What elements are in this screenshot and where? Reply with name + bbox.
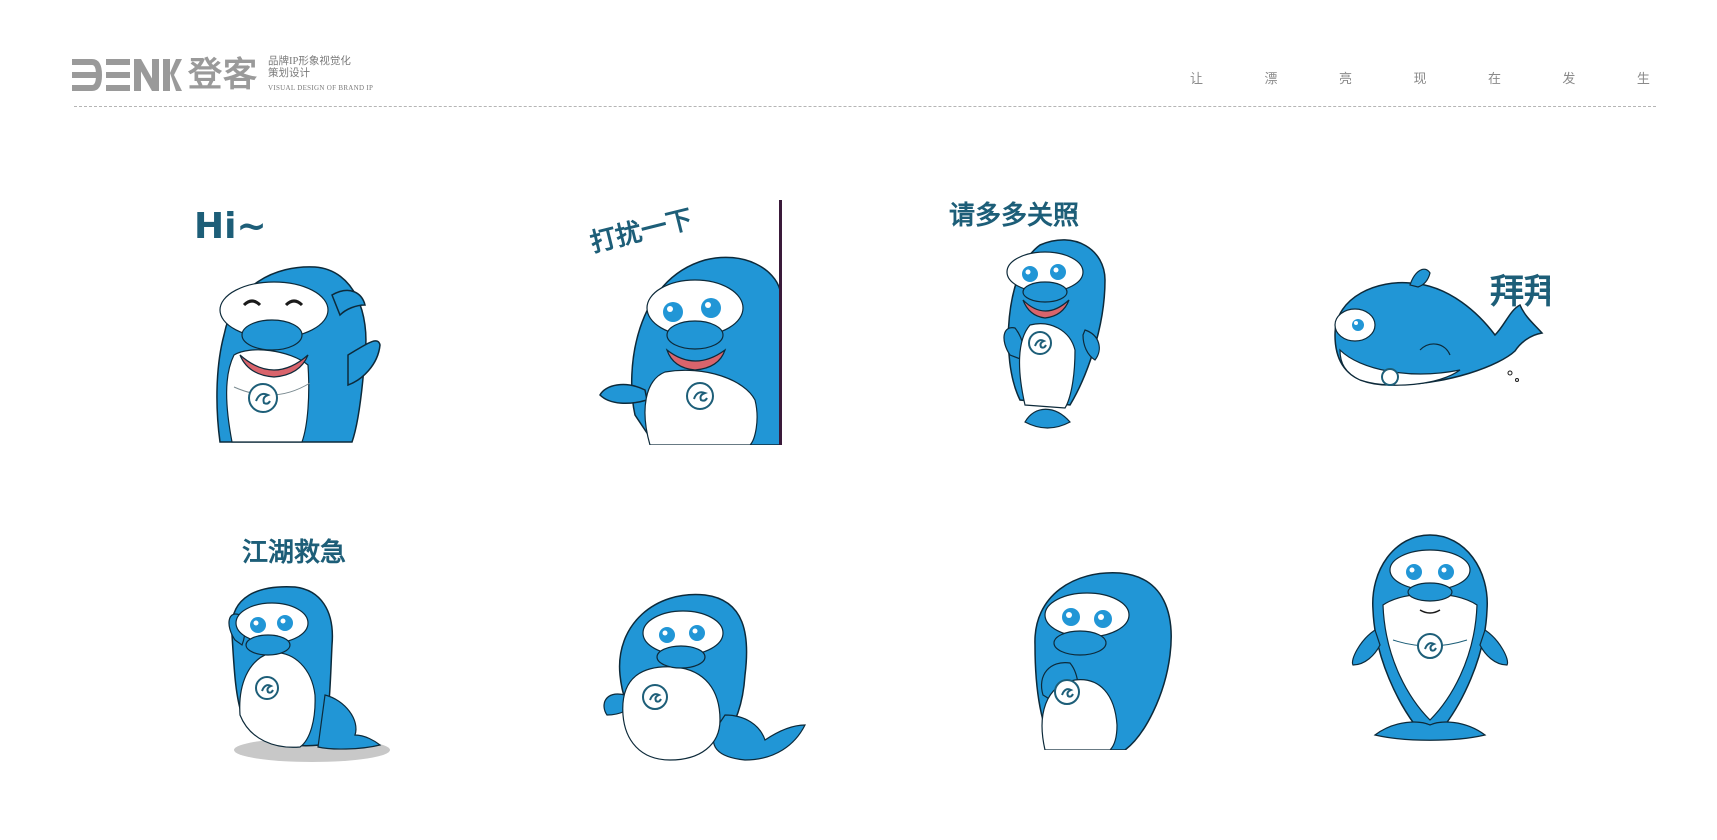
slogan-char: 生 <box>1636 72 1650 87</box>
sticker-caption: 江湖救急 <box>242 538 346 568</box>
slogan-char: 现 <box>1413 72 1427 87</box>
subtitle-line2: 策划设计 <box>268 68 310 79</box>
slogan-char: 让 <box>1190 72 1204 87</box>
header: 登客 品牌IP形象视觉化 策划设计 VISUAL DESIGN OF BRAND… <box>0 0 1717 110</box>
sticker-thinking[interactable] <box>1034 572 1172 750</box>
slogan-char: 发 <box>1562 72 1576 87</box>
sticker-please-take-care[interactable]: 请多多关照 <box>948 200 1106 429</box>
brand-subtitle: 品牌IP形象视觉化 策划设计 VISUAL DESIGN OF BRAND IP <box>268 56 373 94</box>
sticker-caption: 请多多关照 <box>949 201 1079 231</box>
sticker-emergency[interactable]: 江湖救急 <box>228 537 390 762</box>
slogan-char: 漂 <box>1264 72 1278 87</box>
sticker-standing-front[interactable] <box>1351 534 1509 741</box>
sticker-caption: Hi~ <box>194 206 267 247</box>
subtitle-en: VISUAL DESIGN OF BRAND IP <box>268 84 374 92</box>
sticker-excuse-me[interactable]: 打扰一下 <box>586 200 782 445</box>
brand-logo[interactable]: 登客 品牌IP形象视觉化 策划设计 VISUAL DESIGN OF BRAND… <box>72 56 373 94</box>
sticker-sitting-side[interactable] <box>603 593 806 761</box>
sticker-bye-bye[interactable]: 拜拜 <box>1334 268 1550 386</box>
denk-logo-icon <box>72 59 182 91</box>
brand-name-cn: 登客 <box>188 55 258 95</box>
sticker-hi[interactable]: Hi~ <box>180 205 400 445</box>
subtitle-line1: 品牌IP形象视觉化 <box>268 56 351 67</box>
slogan-char: 亮 <box>1338 72 1352 87</box>
sticker-caption: 打扰一下 <box>587 205 695 259</box>
slogan: 让 漂 亮 现 在 发 生 <box>1190 68 1650 87</box>
header-divider <box>74 106 1656 107</box>
slogan-char: 在 <box>1487 72 1501 87</box>
